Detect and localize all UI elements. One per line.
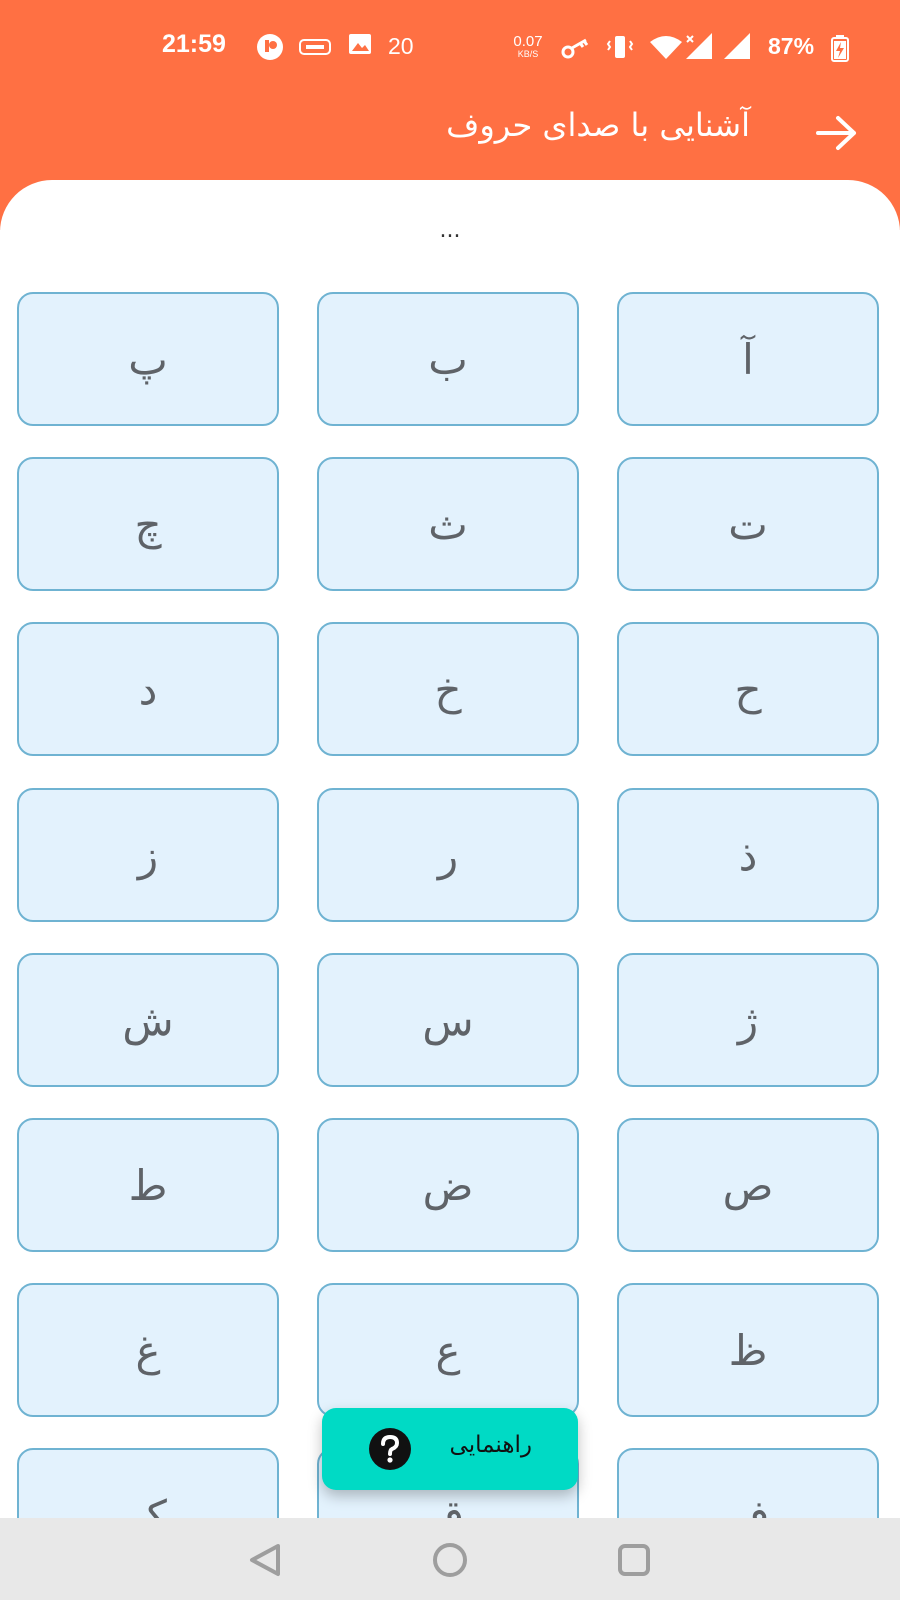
network-speed: 0.07 KB/S: [508, 34, 548, 59]
letter-tile[interactable]: ف: [617, 1448, 879, 1520]
letter-tile[interactable]: ع: [317, 1283, 579, 1417]
recents-square-icon: [618, 1544, 650, 1576]
letter-tile[interactable]: د: [17, 622, 279, 756]
letter-tile[interactable]: ک: [17, 1448, 279, 1520]
status-bar: 21:59 20 0.07 KB/S 87%: [0, 0, 900, 94]
status-time: 21:59: [162, 30, 226, 58]
system-nav-bar: [0, 1518, 900, 1600]
content-card: ... آ ب پ ت ث چ ح خ د ذ ر ز ژ س ش ص ض ط …: [0, 180, 900, 1520]
nav-recents-button[interactable]: [612, 1538, 656, 1582]
letter-tile[interactable]: ر: [317, 788, 579, 922]
network-speed-value: 0.07: [513, 33, 543, 50]
letter-tile[interactable]: ض: [317, 1118, 579, 1252]
letter-tile[interactable]: پ: [17, 292, 279, 426]
back-triangle-icon: [250, 1544, 280, 1576]
question-circle-icon: [369, 1428, 411, 1470]
arrow-right-icon: [816, 116, 856, 150]
letter-tile[interactable]: غ: [17, 1283, 279, 1417]
letter-tile[interactable]: ژ: [617, 953, 879, 1087]
home-circle-icon: [433, 1543, 467, 1577]
letter-tile[interactable]: ب: [317, 292, 579, 426]
nav-back-button[interactable]: [244, 1538, 288, 1582]
help-button-label: راهنمایی: [449, 1432, 532, 1458]
letter-tile[interactable]: آ: [617, 292, 879, 426]
help-button[interactable]: راهنمایی: [322, 1408, 578, 1490]
battery-percent: 87%: [768, 33, 815, 59]
network-speed-unit: KB/S: [517, 49, 539, 59]
vpn-pill-icon: [299, 39, 331, 55]
vibrate-icon: [606, 36, 634, 58]
letter-tile[interactable]: ز: [17, 788, 279, 922]
signal-icon: [724, 33, 750, 59]
letter-tile[interactable]: ظ: [617, 1283, 879, 1417]
nav-home-button[interactable]: [428, 1538, 472, 1582]
letter-tile[interactable]: ث: [317, 457, 579, 591]
status-message: ...: [439, 218, 461, 243]
letter-tile[interactable]: ذ: [617, 788, 879, 922]
letter-tile[interactable]: ش: [17, 953, 279, 1087]
battery-charging-icon: [831, 35, 849, 62]
letter-tile[interactable]: ت: [617, 457, 879, 591]
letter-tile[interactable]: س: [317, 953, 579, 1087]
back-arrow-button[interactable]: [812, 110, 862, 156]
wifi-icon: [650, 36, 682, 59]
letter-tile[interactable]: ط: [17, 1118, 279, 1252]
image-icon: [349, 34, 371, 54]
page-title: آشنایی با صدای حروف: [446, 106, 750, 144]
notification-count: 20: [388, 33, 414, 59]
letter-tile[interactable]: خ: [317, 622, 579, 756]
circle-app-icon: [257, 34, 283, 60]
letter-tile[interactable]: ص: [617, 1118, 879, 1252]
letter-tile[interactable]: چ: [17, 457, 279, 591]
key-icon: [561, 38, 589, 59]
letter-tile[interactable]: ح: [617, 622, 879, 756]
signal-no-data-icon: [686, 33, 712, 59]
